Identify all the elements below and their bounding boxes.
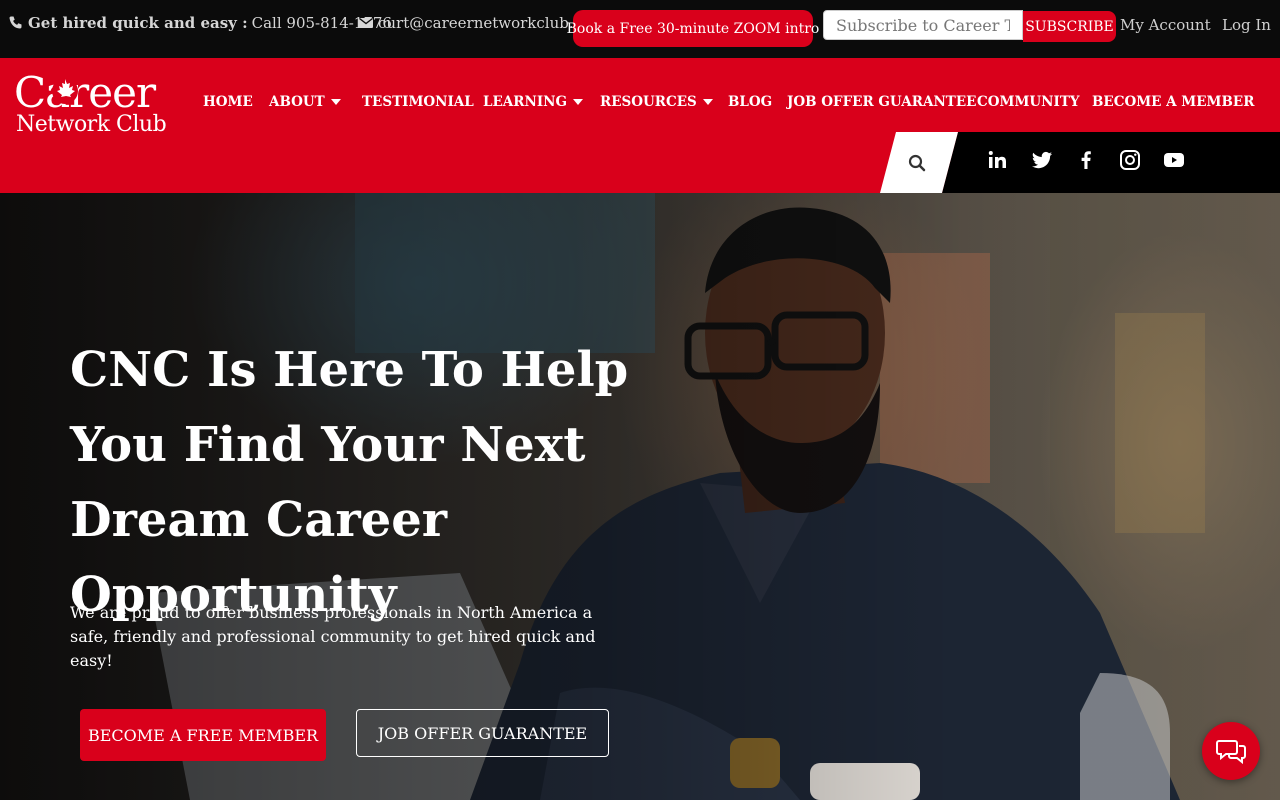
nav-community[interactable]: COMMUNITY	[977, 94, 1080, 110]
nav-label: JOB OFFER GUARANTEE	[787, 94, 977, 110]
job-offer-guarantee-button[interactable]: JOB OFFER GUARANTEE	[356, 709, 609, 757]
twitter-icon[interactable]	[1030, 148, 1054, 172]
top-bar: Get hired quick and easy : Call 905-814-…	[0, 0, 1280, 58]
hero-subtitle: We are proud to offer business professio…	[70, 603, 596, 670]
instagram-icon[interactable]	[1118, 148, 1142, 172]
my-account-link[interactable]: My Account	[1120, 16, 1211, 34]
subscribe-button[interactable]: SUBSCRIBE	[1023, 11, 1116, 42]
phone-contact[interactable]: Get hired quick and easy : Call 905-814-…	[8, 14, 392, 32]
nav-blog[interactable]: BLOG	[728, 94, 772, 110]
hero-title: CNC Is Here To Help You Find Your Next D…	[70, 342, 629, 623]
subscribe-email-input[interactable]	[823, 10, 1023, 40]
nav-learning[interactable]: LEARNING	[483, 94, 583, 110]
become-free-member-button[interactable]: BECOME A FREE MEMBER	[80, 709, 326, 761]
nav-become-a-member[interactable]: BECOME A MEMBER	[1092, 94, 1254, 110]
chevron-down-icon	[573, 99, 583, 105]
hero-section: CNC Is Here To Help You Find Your Next D…	[0, 193, 1280, 800]
email-address: curt@careernetworkclub.ca	[378, 14, 591, 32]
nav-label: BLOG	[728, 94, 773, 110]
chevron-down-icon	[330, 99, 341, 105]
career-network-club-logo[interactable]: Career Network Club	[14, 72, 184, 142]
nav-label: ABOUT	[269, 94, 325, 110]
log-in-link[interactable]: Log In	[1222, 16, 1271, 34]
nav-label: COMMUNITY	[977, 94, 1080, 110]
nav-label: RESOURCES	[600, 94, 697, 110]
social-links-bar	[942, 132, 1280, 193]
nav-home[interactable]: HOME	[203, 94, 253, 110]
logo-line-1: Career	[14, 68, 156, 117]
search-icon	[908, 154, 926, 172]
chat-button[interactable]	[1202, 722, 1260, 780]
phone-icon	[9, 16, 22, 29]
main-header: Career Network Club HOME ABOUT TESTIMONI…	[0, 58, 1280, 193]
chat-bubbles-icon	[1216, 740, 1246, 765]
youtube-icon[interactable]	[1162, 148, 1186, 172]
phone-tagline: Get hired quick and easy :	[28, 14, 248, 32]
linkedin-icon[interactable]	[986, 148, 1010, 172]
book-zoom-intro-button[interactable]: Book a Free 30-minute ZOOM intro	[567, 10, 819, 47]
logo-line-2: Network Club	[16, 112, 167, 137]
nav-testimonial[interactable]: TESTIMONIAL	[362, 94, 474, 110]
nav-label: HOME	[203, 94, 253, 110]
email-contact[interactable]: curt@careernetworkclub.ca	[358, 14, 591, 32]
nav-label: BECOME A MEMBER	[1092, 94, 1255, 110]
nav-label: LEARNING	[483, 94, 567, 110]
envelope-icon	[359, 17, 373, 28]
nav-about[interactable]: ABOUT	[269, 94, 341, 110]
maple-leaf-icon	[52, 78, 78, 104]
nav-resources[interactable]: RESOURCES	[600, 94, 713, 110]
nav-job-offer-guarantee[interactable]: JOB OFFER GUARANTEE	[787, 94, 976, 110]
nav-label: TESTIMONIAL	[362, 94, 474, 110]
chevron-down-icon	[702, 99, 713, 105]
facebook-icon[interactable]	[1074, 148, 1098, 172]
